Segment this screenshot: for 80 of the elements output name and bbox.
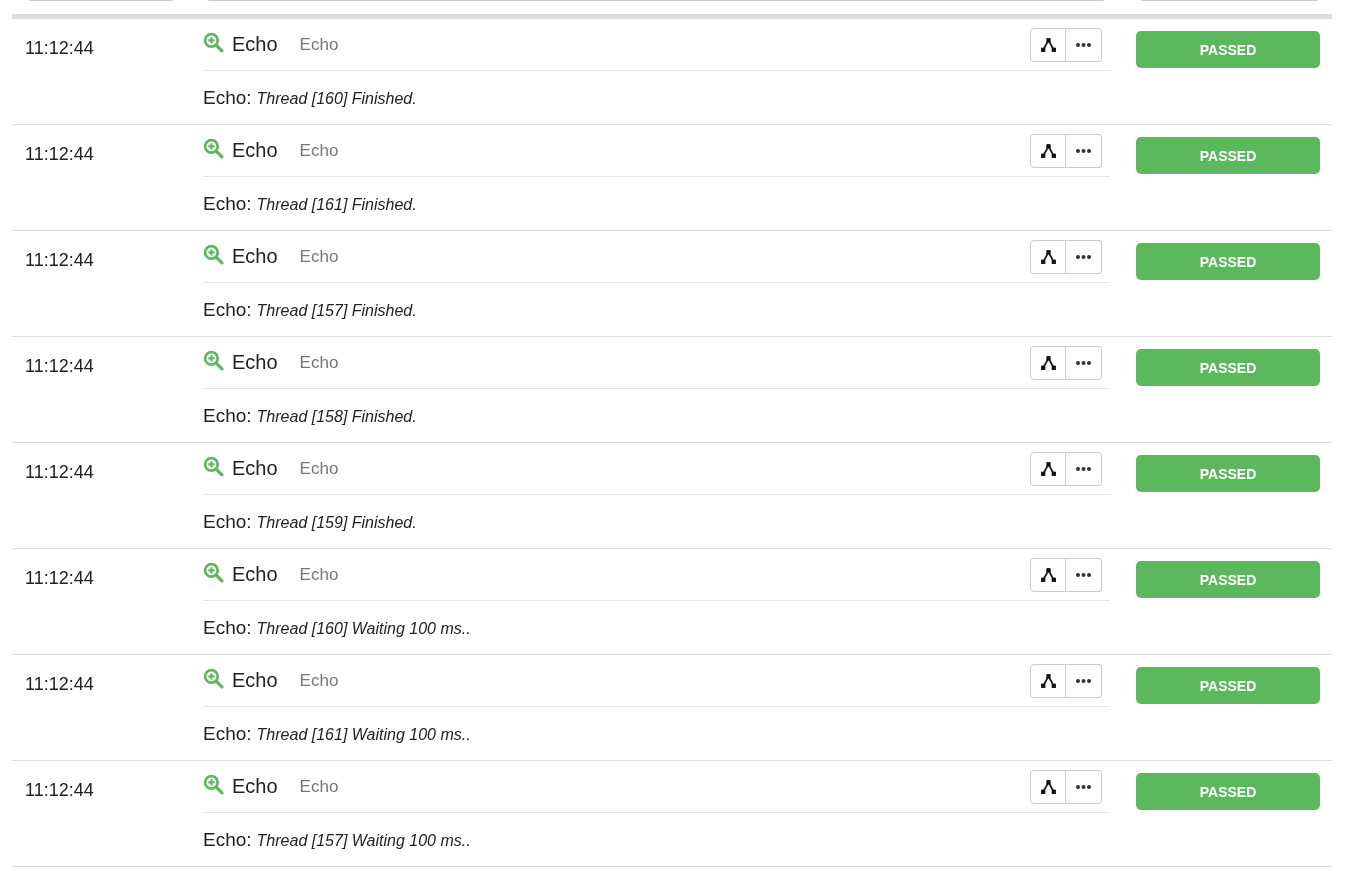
nodes-icon	[1039, 566, 1057, 583]
step-type: Echo	[299, 140, 339, 161]
more-icon	[1075, 465, 1092, 472]
message-text: Thread [161] Waiting 100 ms..	[256, 726, 471, 744]
step-type: Echo	[299, 564, 339, 585]
status-badge: PASSED	[1136, 455, 1320, 492]
step-name: Echo	[232, 245, 278, 268]
step-name: Echo	[232, 139, 278, 162]
message-text: Thread [160] Finished.	[256, 90, 417, 108]
message-label: Echo:	[203, 405, 252, 427]
message-text: Thread [160] Waiting 100 ms..	[256, 620, 471, 638]
nodes-icon	[1039, 248, 1057, 265]
graph-button[interactable]	[1030, 451, 1066, 486]
step-type: Echo	[299, 458, 339, 479]
more-icon	[1075, 147, 1092, 154]
more-button[interactable]	[1066, 769, 1102, 804]
timestamp: 11:12:44	[25, 780, 94, 800]
message-label: Echo:	[203, 87, 252, 109]
more-icon	[1075, 571, 1092, 578]
more-icon	[1075, 783, 1092, 790]
status-badge: PASSED	[1136, 349, 1320, 386]
graph-button[interactable]	[1030, 663, 1066, 698]
nodes-icon	[1039, 354, 1057, 371]
more-button[interactable]	[1066, 663, 1102, 698]
graph-button[interactable]	[1030, 239, 1066, 274]
more-button[interactable]	[1066, 451, 1102, 486]
more-button[interactable]	[1066, 345, 1102, 380]
nodes-icon	[1039, 460, 1057, 477]
status-badge: PASSED	[1136, 31, 1320, 68]
graph-button[interactable]	[1030, 345, 1066, 380]
timestamp: 11:12:44	[25, 144, 94, 164]
graph-button[interactable]	[1030, 133, 1066, 168]
more-button[interactable]	[1066, 27, 1102, 62]
more-button[interactable]	[1066, 557, 1102, 592]
step-name: Echo	[232, 563, 278, 586]
timestamp: 11:12:44	[25, 250, 94, 270]
timestamp: 11:12:44	[25, 674, 94, 694]
nodes-icon	[1039, 778, 1057, 795]
more-button[interactable]	[1066, 133, 1102, 168]
message-text: Thread [161] Finished.	[256, 196, 417, 214]
step-name: Echo	[232, 351, 278, 374]
more-icon	[1075, 41, 1092, 48]
graph-button[interactable]	[1030, 769, 1066, 804]
status-badge: PASSED	[1136, 137, 1320, 174]
more-button[interactable]	[1066, 239, 1102, 274]
step-type: Echo	[299, 670, 339, 691]
message-text: Thread [158] Finished.	[256, 408, 417, 426]
status-badge: PASSED	[1136, 243, 1320, 280]
timestamp: 11:12:44	[25, 356, 94, 376]
step-type: Echo	[299, 352, 339, 373]
status-badge: PASSED	[1136, 773, 1320, 810]
timestamp: 11:12:44	[25, 568, 94, 588]
more-icon	[1075, 253, 1092, 260]
message-label: Echo:	[203, 511, 252, 533]
step-type: Echo	[299, 776, 339, 797]
message-text: Thread [159] Finished.	[256, 514, 417, 532]
step-name: Echo	[232, 775, 278, 798]
step-name: Echo	[232, 457, 278, 480]
step-name: Echo	[232, 33, 278, 56]
message-text: Thread [157] Finished.	[256, 302, 417, 320]
message-label: Echo:	[203, 723, 252, 745]
message-label: Echo:	[203, 193, 252, 215]
step-type: Echo	[299, 34, 339, 55]
nodes-icon	[1039, 36, 1057, 53]
message-label: Echo:	[203, 829, 252, 851]
status-badge: PASSED	[1136, 667, 1320, 704]
message-label: Echo:	[203, 299, 252, 321]
status-badge: PASSED	[1136, 561, 1320, 598]
timestamp: 11:12:44	[25, 462, 94, 482]
message-text: Thread [157] Waiting 100 ms..	[256, 832, 471, 850]
timestamp: 11:12:44	[25, 38, 94, 58]
more-icon	[1075, 677, 1092, 684]
nodes-icon	[1039, 142, 1057, 159]
more-icon	[1075, 359, 1092, 366]
graph-button[interactable]	[1030, 27, 1066, 62]
message-label: Echo:	[203, 617, 252, 639]
nodes-icon	[1039, 672, 1057, 689]
graph-button[interactable]	[1030, 557, 1066, 592]
step-type: Echo	[299, 246, 339, 267]
step-name: Echo	[232, 669, 278, 692]
